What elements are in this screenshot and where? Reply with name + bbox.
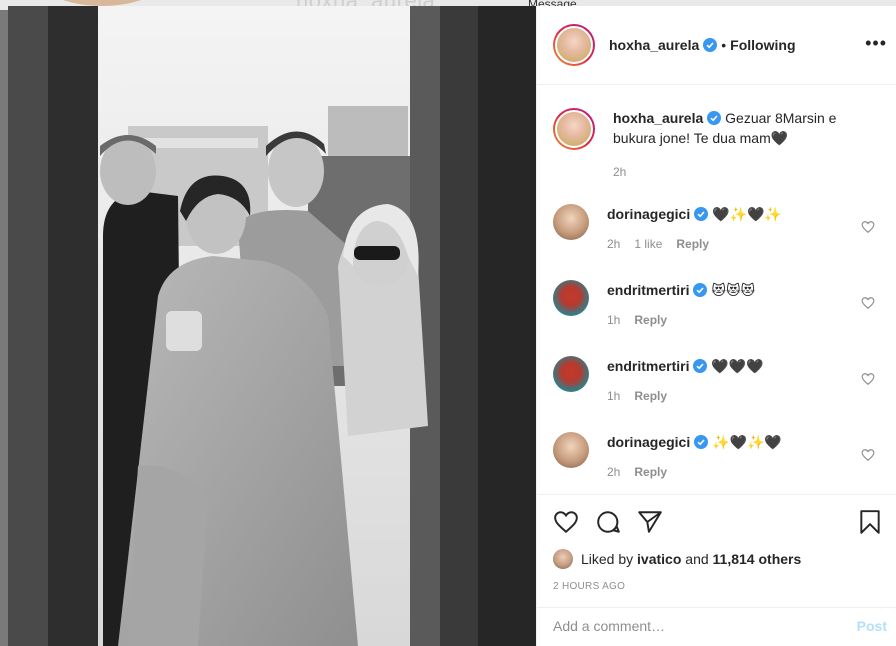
caption-avatar[interactable] <box>553 108 595 150</box>
verified-badge-icon <box>707 111 722 125</box>
reply-button[interactable]: Reply <box>634 313 667 327</box>
comment-heart-icon[interactable] <box>861 296 875 310</box>
add-comment-bar: Post <box>537 607 896 645</box>
comments-list: hoxha_aurela Gezuar 8Marsin e bukura jon… <box>537 86 896 494</box>
following-button[interactable]: Following <box>730 37 795 53</box>
comment-text: 😻😻😻 <box>711 282 756 298</box>
likes-and: and <box>685 551 709 567</box>
comment-input[interactable] <box>553 618 833 634</box>
verified-badge-icon <box>703 38 718 52</box>
author-avatar[interactable] <box>553 24 595 66</box>
post-side-panel: hoxha_aurela • Following ••• hoxha_aurel… <box>536 6 896 646</box>
comment-time[interactable]: 1h <box>607 389 620 403</box>
comment-row: endritmertiri 😻😻😻 1h Reply <box>553 280 881 330</box>
likes-count[interactable]: 11,814 others <box>713 551 802 567</box>
comment-time[interactable]: 2h <box>607 237 620 251</box>
verified-badge-icon <box>694 207 709 221</box>
comment-bubble-icon[interactable] <box>595 509 621 535</box>
author-username[interactable]: hoxha_aurela <box>609 37 699 53</box>
comment-heart-icon[interactable] <box>861 372 875 386</box>
caption-username[interactable]: hoxha_aurela <box>613 110 703 126</box>
comment-time[interactable]: 2h <box>607 465 620 479</box>
paper-plane-icon[interactable] <box>637 509 663 535</box>
post-header: hoxha_aurela • Following ••• <box>537 6 896 85</box>
comment-row: dorinagegici ✨🖤✨🖤 2h Reply <box>553 432 881 482</box>
heart-icon[interactable] <box>553 509 579 535</box>
commenter-username[interactable]: endritmertiri <box>607 358 689 374</box>
reply-button[interactable]: Reply <box>634 465 667 479</box>
comment-text: 🖤✨🖤✨ <box>712 206 782 222</box>
likes-summary: Liked by ivatico and 11,814 others <box>553 549 801 569</box>
comment-time[interactable]: 1h <box>607 313 620 327</box>
caption-time[interactable]: 2h <box>613 165 626 179</box>
post-modal: hoxha_aurela • Following ••• hoxha_aurel… <box>8 6 896 646</box>
comment-heart-icon[interactable] <box>861 220 875 234</box>
liker-avatar[interactable] <box>553 549 573 569</box>
comment-like-count[interactable]: 1 like <box>634 237 662 251</box>
verified-badge-icon <box>694 435 709 449</box>
comment-heart-icon[interactable] <box>861 448 875 462</box>
bookmark-icon[interactable] <box>857 509 883 535</box>
comment-text: 🖤🖤🖤 <box>711 358 764 374</box>
commenter-avatar[interactable] <box>553 432 589 468</box>
post-photo-image <box>8 6 536 646</box>
separator-dot: • <box>721 37 727 53</box>
more-horizontal-icon[interactable]: ••• <box>865 34 887 52</box>
post-timestamp[interactable]: 2 HOURS AGO <box>553 581 625 592</box>
commenter-avatar[interactable] <box>553 356 589 392</box>
commenter-username[interactable]: endritmertiri <box>607 282 689 298</box>
post-actions: Liked by ivatico and 11,814 others 2 HOU… <box>537 494 896 644</box>
comment-row: endritmertiri 🖤🖤🖤 1h Reply <box>553 356 881 406</box>
verified-badge-icon <box>693 283 708 297</box>
commenter-username[interactable]: dorinagegici <box>607 206 690 222</box>
reply-button[interactable]: Reply <box>634 389 667 403</box>
liked-by-username[interactable]: ivatico <box>637 551 681 567</box>
verified-badge-icon <box>693 359 708 373</box>
post-comment-button[interactable]: Post <box>857 618 887 634</box>
post-photo[interactable] <box>8 6 536 646</box>
likes-prefix: Liked by <box>581 551 634 567</box>
commenter-avatar[interactable] <box>553 280 589 316</box>
commenter-username[interactable]: dorinagegici <box>607 434 690 450</box>
comment-row: dorinagegici 🖤✨🖤✨ 2h 1 like Reply <box>553 204 881 254</box>
comment-text: ✨🖤✨🖤 <box>712 434 782 450</box>
reply-button[interactable]: Reply <box>676 237 709 251</box>
caption-row: hoxha_aurela Gezuar 8Marsin e bukura jon… <box>553 108 881 182</box>
commenter-avatar[interactable] <box>553 204 589 240</box>
